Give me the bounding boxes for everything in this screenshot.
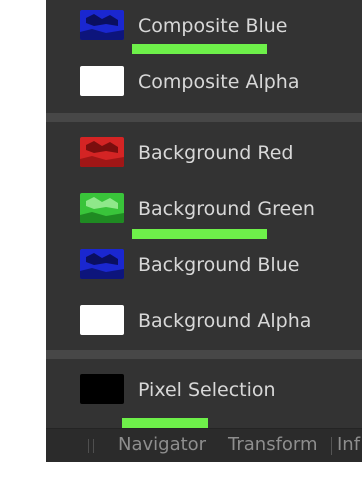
drag-grip-icon[interactable]	[88, 439, 94, 453]
channel-row-background-red[interactable]: Background Red	[46, 125, 362, 177]
channel-label: Composite Blue	[138, 15, 288, 37]
tab-separator	[331, 437, 332, 455]
composite-blue-thumbnail	[80, 10, 124, 40]
channel-label: Background Green	[138, 198, 315, 220]
composite-alpha-thumbnail	[80, 66, 124, 96]
channel-row-background-green[interactable]: Background Green	[46, 181, 362, 233]
highlight-underline	[132, 44, 267, 54]
tab-transform[interactable]: Transform	[228, 436, 318, 454]
background-blue-thumbnail	[80, 249, 124, 279]
background-red-thumbnail	[80, 137, 124, 167]
channel-label: Pixel Selection	[138, 379, 276, 401]
channel-label: Composite Alpha	[138, 71, 300, 93]
channel-label: Background Alpha	[138, 310, 312, 332]
tab-navigator[interactable]: Navigator	[118, 436, 206, 454]
section-divider	[46, 113, 362, 122]
pixel-selection-thumbnail	[80, 374, 124, 404]
channel-row-pixel-selection[interactable]: Pixel Selection	[46, 363, 362, 415]
channel-row-background-blue[interactable]: Background Blue	[46, 237, 362, 289]
panel-tab-bar: Navigator Transform Inf	[46, 428, 362, 462]
background-green-thumbnail	[80, 193, 124, 223]
tab-info[interactable]: Inf	[337, 436, 360, 454]
background-alpha-thumbnail	[80, 305, 124, 335]
channel-label: Background Red	[138, 142, 294, 164]
channel-row-composite-alpha[interactable]: Composite Alpha	[46, 56, 362, 108]
section-divider	[46, 350, 362, 359]
channels-panel: Composite Blue Composite Alpha Backgroun…	[46, 0, 362, 462]
channel-label: Background Blue	[138, 254, 300, 276]
highlight-underline	[122, 418, 208, 428]
channel-row-background-alpha[interactable]: Background Alpha	[46, 293, 362, 345]
